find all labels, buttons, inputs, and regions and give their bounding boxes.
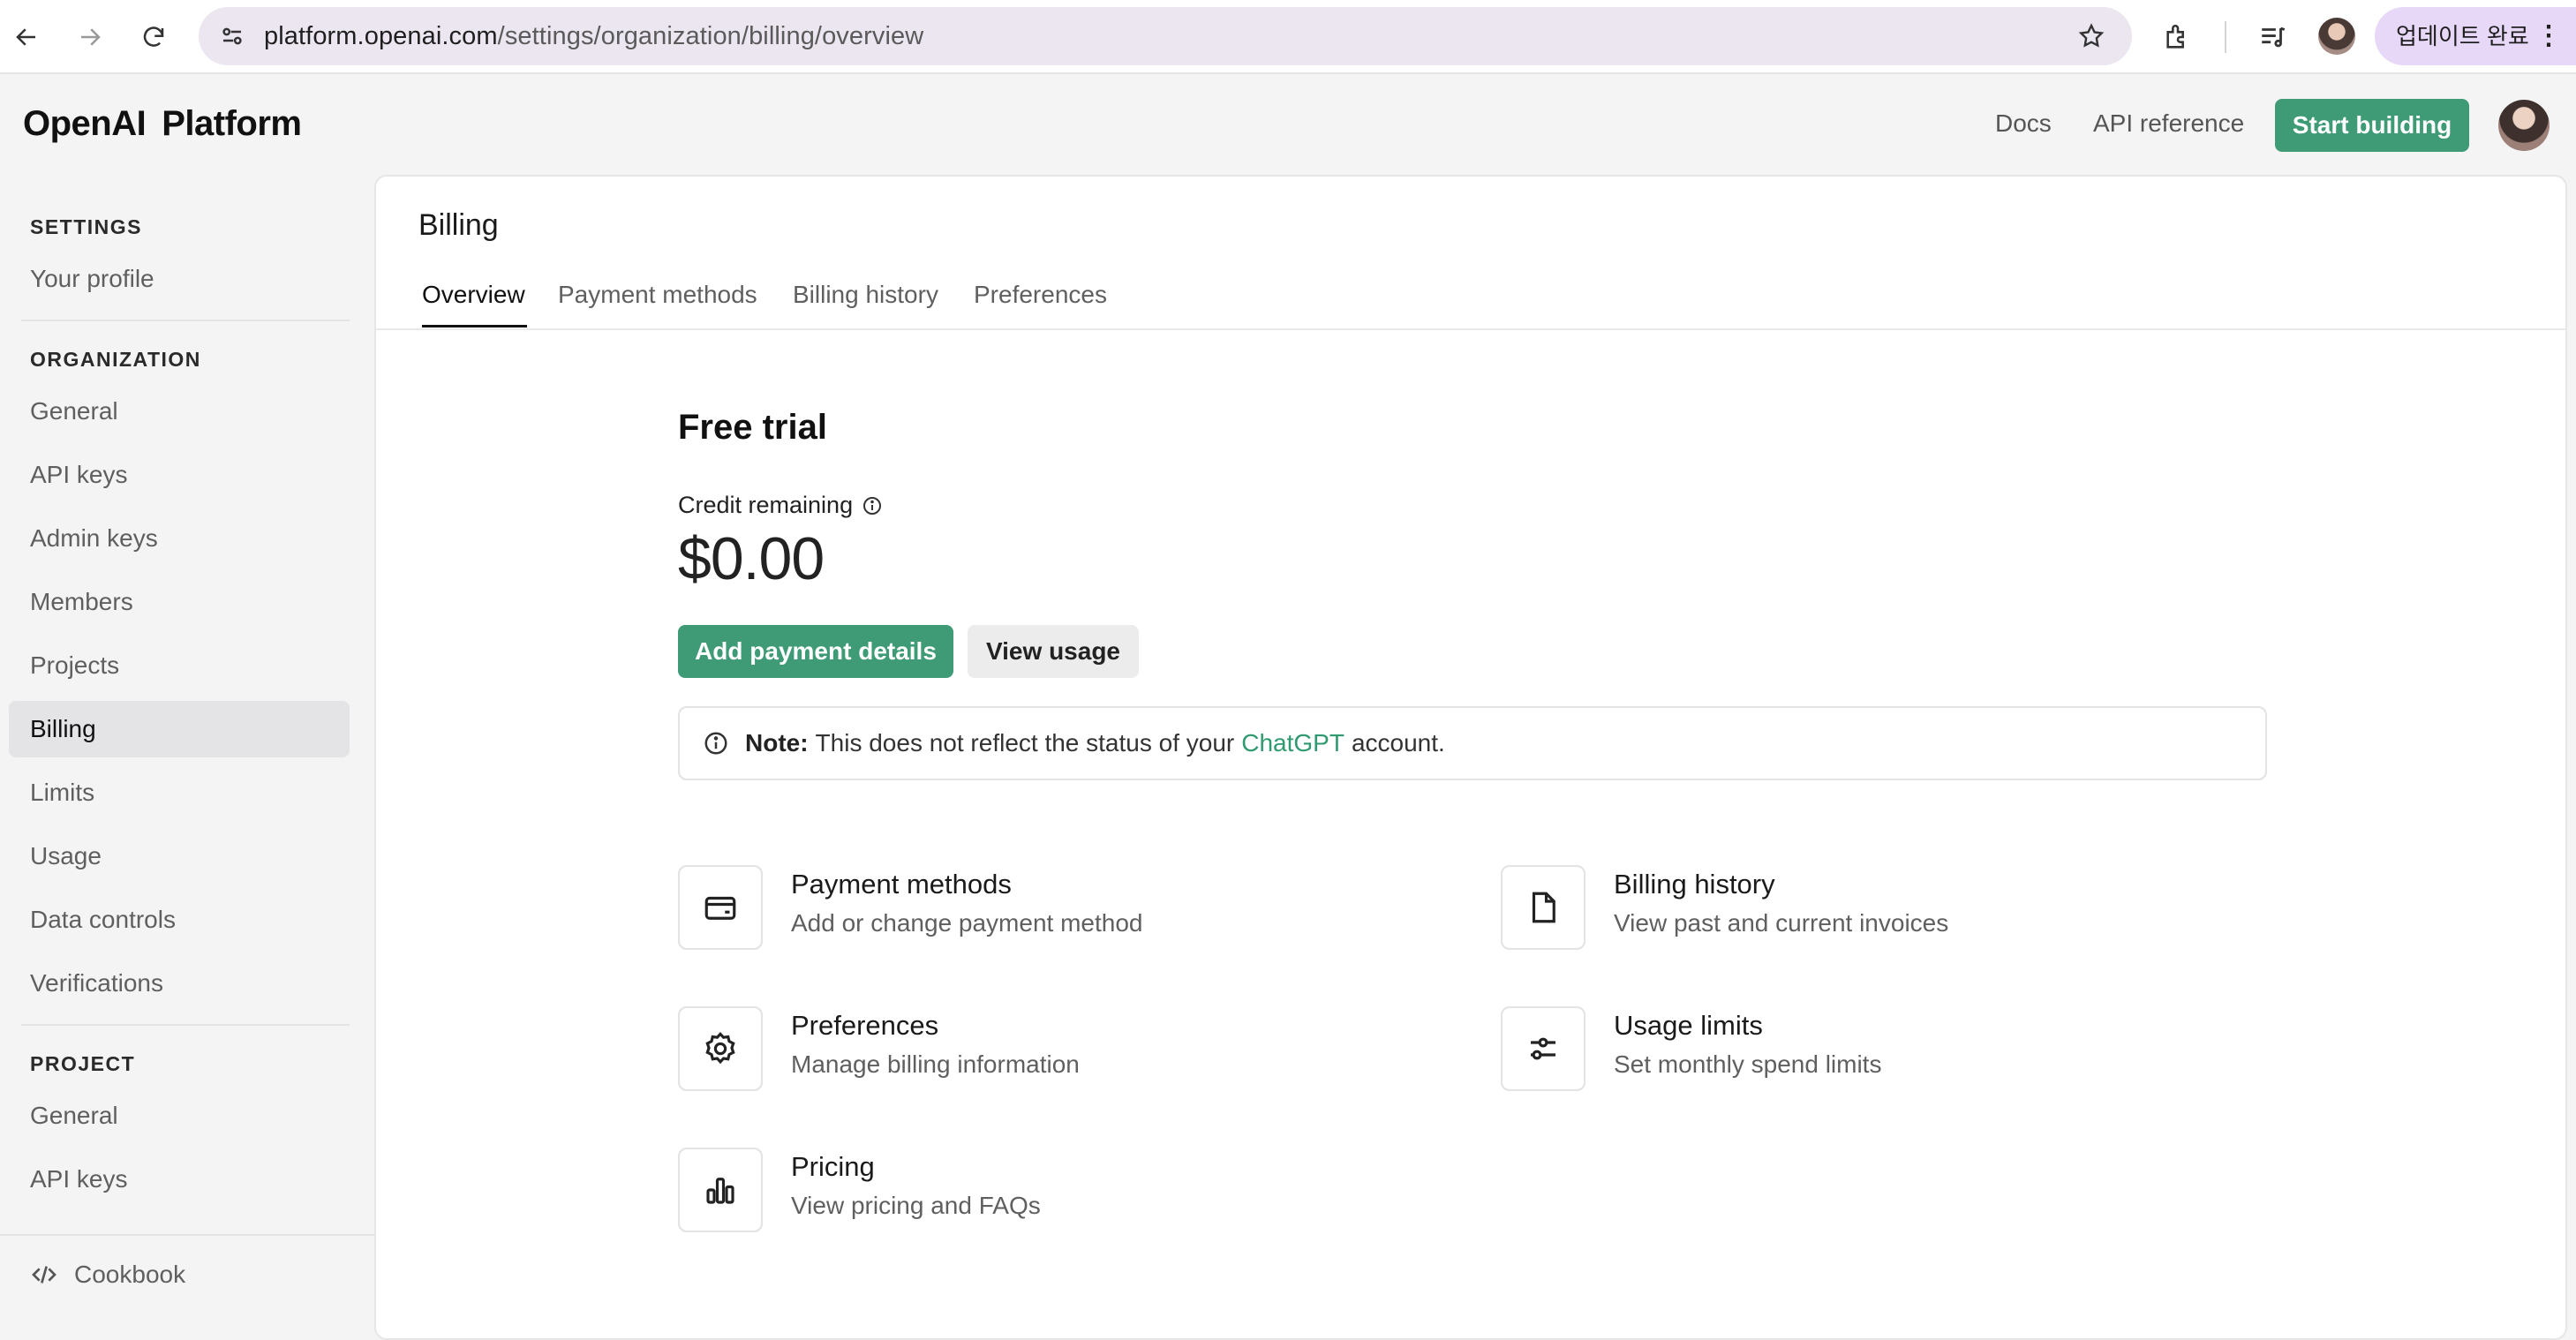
sidebar-item-api-keys[interactable]: API keys	[30, 461, 127, 489]
sidebar-item-general[interactable]: General	[30, 397, 118, 425]
info-icon	[704, 732, 727, 755]
tab-overview[interactable]: Overview	[422, 281, 525, 309]
add-payment-details-button[interactable]: Add payment details	[678, 625, 953, 678]
sidebar-item-project-api-keys[interactable]: API keys	[30, 1165, 127, 1193]
page-title: Billing	[418, 208, 499, 242]
note-end: account.	[1351, 729, 1445, 757]
browser-toolbar: platform.openai.com/settings/organizatio…	[0, 0, 2576, 74]
media-control-icon[interactable]	[2253, 17, 2294, 57]
site-settings-icon[interactable]	[213, 17, 252, 56]
browser-menu-icon[interactable]: ⋮	[2535, 7, 2562, 65]
logo-openai: OpenAI	[23, 104, 147, 143]
chatgpt-link[interactable]: ChatGPT	[1241, 729, 1344, 757]
sidebar-heading-settings: SETTINGS	[30, 215, 143, 238]
sidebar-item-data-controls[interactable]: Data controls	[30, 906, 176, 934]
browser-update-button[interactable]: 업데이트 완료 ⋮	[2375, 7, 2576, 65]
tab-billing-history[interactable]: Billing history	[793, 281, 938, 309]
user-avatar[interactable]	[2498, 100, 2550, 151]
sidebar-item-usage[interactable]: Usage	[30, 842, 102, 870]
reload-icon	[143, 26, 164, 47]
active-tab-indicator	[422, 325, 527, 327]
card-payment-methods[interactable]: Payment methods Add or change payment me…	[678, 865, 1437, 953]
cookbook-label: Cookbook	[74, 1261, 186, 1288]
sidebar-divider	[21, 1024, 350, 1026]
tab-payment-methods[interactable]: Payment methods	[558, 281, 757, 309]
billing-tabs: Overview Payment methods Billing history…	[376, 268, 2565, 330]
tab-preferences[interactable]: Preferences	[974, 281, 1107, 309]
sidebar-item-admin-keys[interactable]: Admin keys	[30, 524, 158, 553]
forward-button[interactable]	[71, 18, 109, 56]
api-reference-link[interactable]: API reference	[2093, 109, 2244, 138]
credit-remaining-label: Credit remaining	[678, 492, 883, 519]
card-title: Payment methods	[791, 869, 1012, 900]
arrow-left-icon	[16, 28, 35, 46]
credit-card-icon	[678, 865, 763, 950]
plan-name: Free trial	[678, 408, 827, 447]
card-billing-history[interactable]: Billing history View past and current in…	[1501, 865, 2260, 953]
sidebar-item-billing[interactable]: Billing	[30, 715, 96, 743]
card-subtitle: Manage billing information	[791, 1050, 1080, 1078]
card-subtitle: Set monthly spend limits	[1614, 1050, 1882, 1078]
code-icon	[32, 1266, 56, 1284]
docs-link[interactable]: Docs	[1995, 109, 2052, 138]
back-button[interactable]	[7, 18, 46, 56]
sidebar-item-verifications[interactable]: Verifications	[30, 969, 163, 997]
url-path: /settings/organization/billing/overview	[497, 22, 924, 50]
sidebar-heading-organization: ORGANIZATION	[30, 348, 201, 371]
sliders-icon	[1501, 1006, 1586, 1091]
sidebar-heading-project: PROJECT	[30, 1052, 136, 1075]
card-title: Pricing	[791, 1151, 875, 1182]
url-text[interactable]: platform.openai.com/settings/organizatio…	[264, 7, 923, 65]
note-label: Note:	[745, 729, 809, 757]
openai-platform-logo[interactable]: OpenAI Platform	[23, 104, 302, 144]
toolbar-divider	[2225, 21, 2226, 53]
card-title: Billing history	[1614, 869, 1775, 900]
settings-sidebar: SETTINGS Your profile ORGANIZATION Gener…	[0, 175, 371, 1322]
view-usage-button[interactable]: View usage	[968, 625, 1139, 678]
sidebar-item-projects[interactable]: Projects	[30, 651, 119, 680]
file-icon	[1501, 865, 1586, 950]
billing-panel: Billing Overview Payment methods Billing…	[374, 175, 2567, 1340]
card-title: Preferences	[791, 1010, 939, 1041]
reload-button[interactable]	[134, 18, 173, 56]
extensions-puzzle-icon[interactable]	[2158, 17, 2198, 57]
logo-platform: Platform	[162, 104, 302, 143]
credit-label-text: Credit remaining	[678, 492, 854, 518]
sidebar-item-project-general[interactable]: General	[30, 1102, 118, 1130]
browser-profile-avatar[interactable]	[2318, 18, 2355, 55]
card-subtitle: View past and current invoices	[1614, 909, 1949, 937]
address-bar[interactable]: platform.openai.com/settings/organizatio…	[199, 7, 2132, 65]
card-usage-limits[interactable]: Usage limits Set monthly spend limits	[1501, 1006, 2260, 1095]
gear-icon	[678, 1006, 763, 1091]
url-host: platform.openai.com	[264, 22, 498, 50]
card-subtitle: View pricing and FAQs	[791, 1192, 1041, 1219]
update-label: 업데이트 완료	[2396, 23, 2529, 49]
card-preferences[interactable]: Preferences Manage billing information	[678, 1006, 1437, 1095]
info-icon[interactable]	[862, 495, 883, 516]
sidebar-divider	[21, 320, 350, 321]
cookbook-link[interactable]: Cookbook	[30, 1261, 185, 1289]
sidebar-item-your-profile[interactable]: Your profile	[30, 265, 154, 293]
credit-remaining-value: $0.00	[678, 525, 825, 592]
start-building-button[interactable]: Start building	[2275, 99, 2469, 152]
bookmark-star-icon[interactable]	[2072, 17, 2111, 56]
note-text: This does not reflect the status of your	[815, 729, 1235, 757]
bar-chart-icon	[678, 1148, 763, 1232]
arrow-right-icon	[81, 28, 101, 46]
card-subtitle: Add or change payment method	[791, 909, 1143, 937]
chatgpt-note: Note: This does not reflect the status o…	[678, 706, 2267, 780]
card-pricing[interactable]: Pricing View pricing and FAQs	[678, 1148, 1437, 1236]
sidebar-item-limits[interactable]: Limits	[30, 779, 94, 807]
sidebar-item-members[interactable]: Members	[30, 588, 133, 616]
card-title: Usage limits	[1614, 1010, 1763, 1041]
sidebar-footer: Cookbook	[0, 1234, 374, 1324]
